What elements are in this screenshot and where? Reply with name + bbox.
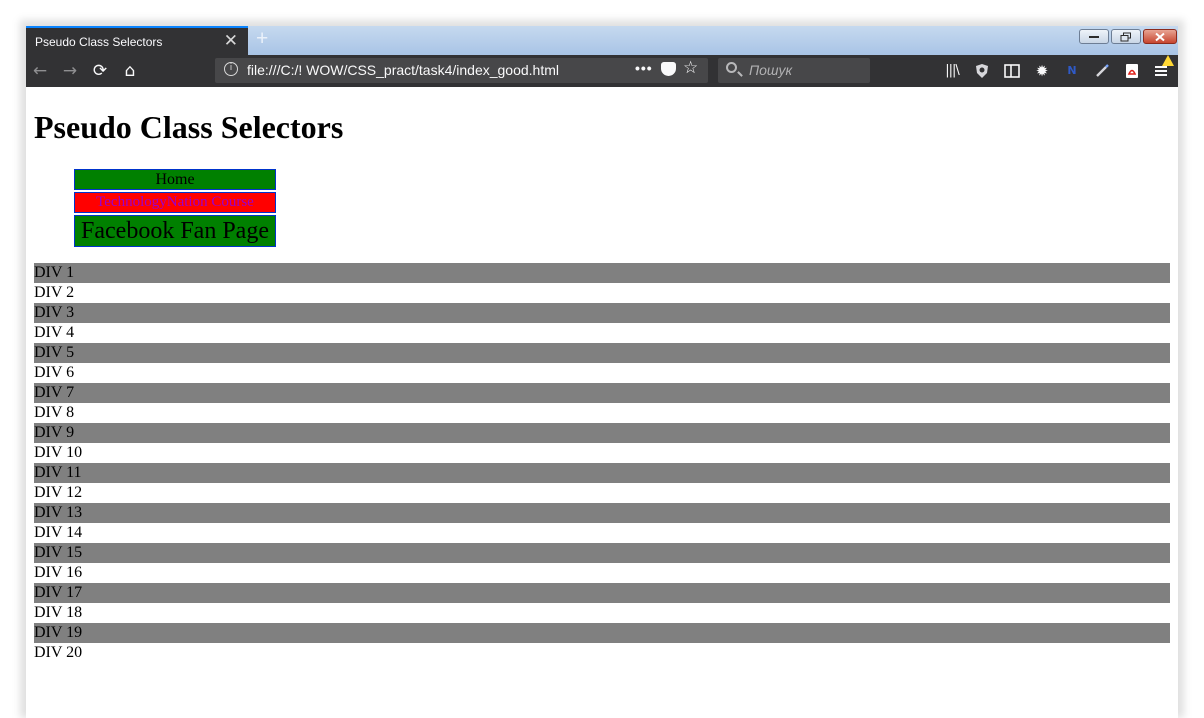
close-window-button[interactable] (1143, 29, 1177, 44)
warning-badge-icon (1162, 55, 1174, 66)
close-tab-icon[interactable]: ✕ (224, 32, 238, 50)
shield-icon[interactable] (972, 61, 992, 81)
pen-icon[interactable] (1092, 61, 1112, 81)
div-row: DIV 20 (34, 644, 83, 661)
menu-link-facebook[interactable]: Facebook Fan Page (74, 215, 276, 247)
div-row: DIV 12 (34, 484, 83, 501)
back-icon[interactable]: ← (30, 61, 50, 81)
search-placeholder: Пошук (749, 62, 793, 78)
browser-window: Pseudo Class Selectors ✕ + ← → ⟳ ⌂ i fil… (26, 26, 1178, 718)
active-tab[interactable]: Pseudo Class Selectors ✕ (26, 26, 248, 55)
div-row: DIV 4 (34, 324, 75, 341)
search-icon (726, 62, 737, 73)
minimize-icon (1089, 35, 1099, 38)
div-row: DIV 11 (34, 463, 1170, 483)
site-info-icon[interactable]: i (224, 62, 238, 76)
div-row: DIV 7 (34, 383, 1170, 403)
forward-icon[interactable]: → (60, 61, 80, 81)
div-row: DIV 10 (34, 444, 83, 461)
pocket-icon[interactable] (661, 62, 676, 76)
nav-menu: Home TechnologyNation Course Facebook Fa… (74, 169, 276, 249)
div-row: DIV 13 (34, 503, 1170, 523)
restore-icon (1120, 32, 1131, 41)
div-row: DIV 16 (34, 564, 83, 581)
menu-link-technologynation[interactable]: TechnologyNation Course (74, 192, 276, 213)
page-actions-icon[interactable]: ••• (635, 60, 653, 76)
title-bar: Pseudo Class Selectors ✕ + (26, 26, 1178, 55)
url-bar[interactable]: i file:///C:/! WOW/CSS_pract/task4/index… (215, 58, 708, 83)
div-row: DIV 1 (34, 263, 1170, 283)
bookmark-star-icon[interactable]: ☆ (683, 58, 698, 78)
pdf-icon[interactable] (1122, 61, 1142, 81)
div-row: DIV 9 (34, 423, 1170, 443)
div-row: DIV 8 (34, 404, 75, 421)
gear-icon[interactable]: ✹ (1032, 61, 1052, 81)
search-bar[interactable]: Пошук (718, 58, 870, 83)
reader-view-icon[interactable] (1002, 61, 1022, 81)
reload-icon[interactable]: ⟳ (90, 61, 110, 81)
menu-link-home[interactable]: Home (74, 169, 276, 190)
new-tab-button[interactable]: + (256, 27, 268, 51)
div-row: DIV 15 (34, 543, 1170, 563)
home-icon[interactable]: ⌂ (120, 61, 140, 81)
div-row: DIV 19 (34, 623, 1170, 643)
div-row: DIV 3 (34, 303, 1170, 323)
close-window-icon (1155, 32, 1165, 41)
library-icon[interactable]: |||\ (942, 61, 962, 81)
navigation-toolbar: ← → ⟳ ⌂ i file:///C:/! WOW/CSS_pract/tas… (26, 55, 1178, 87)
page-heading: Pseudo Class Selectors (34, 109, 344, 145)
minimize-button[interactable] (1079, 29, 1109, 44)
div-row: DIV 2 (34, 284, 75, 301)
tab-title: Pseudo Class Selectors (35, 35, 163, 49)
div-row: DIV 5 (34, 343, 1170, 363)
page-content: Pseudo Class Selectors Home TechnologyNa… (26, 87, 1178, 718)
div-list: DIV 1 DIV 2 DIV 3 DIV 4 DIV 5 DIV 6 DIV … (34, 263, 1170, 663)
div-row: DIV 6 (34, 364, 75, 381)
extension-icon[interactable]: N (1062, 61, 1082, 81)
div-row: DIV 17 (34, 583, 1170, 603)
div-row: DIV 18 (34, 604, 83, 621)
url-text[interactable]: file:///C:/! WOW/CSS_pract/task4/index_g… (247, 62, 559, 78)
restore-button[interactable] (1111, 29, 1141, 44)
div-row: DIV 14 (34, 524, 83, 541)
